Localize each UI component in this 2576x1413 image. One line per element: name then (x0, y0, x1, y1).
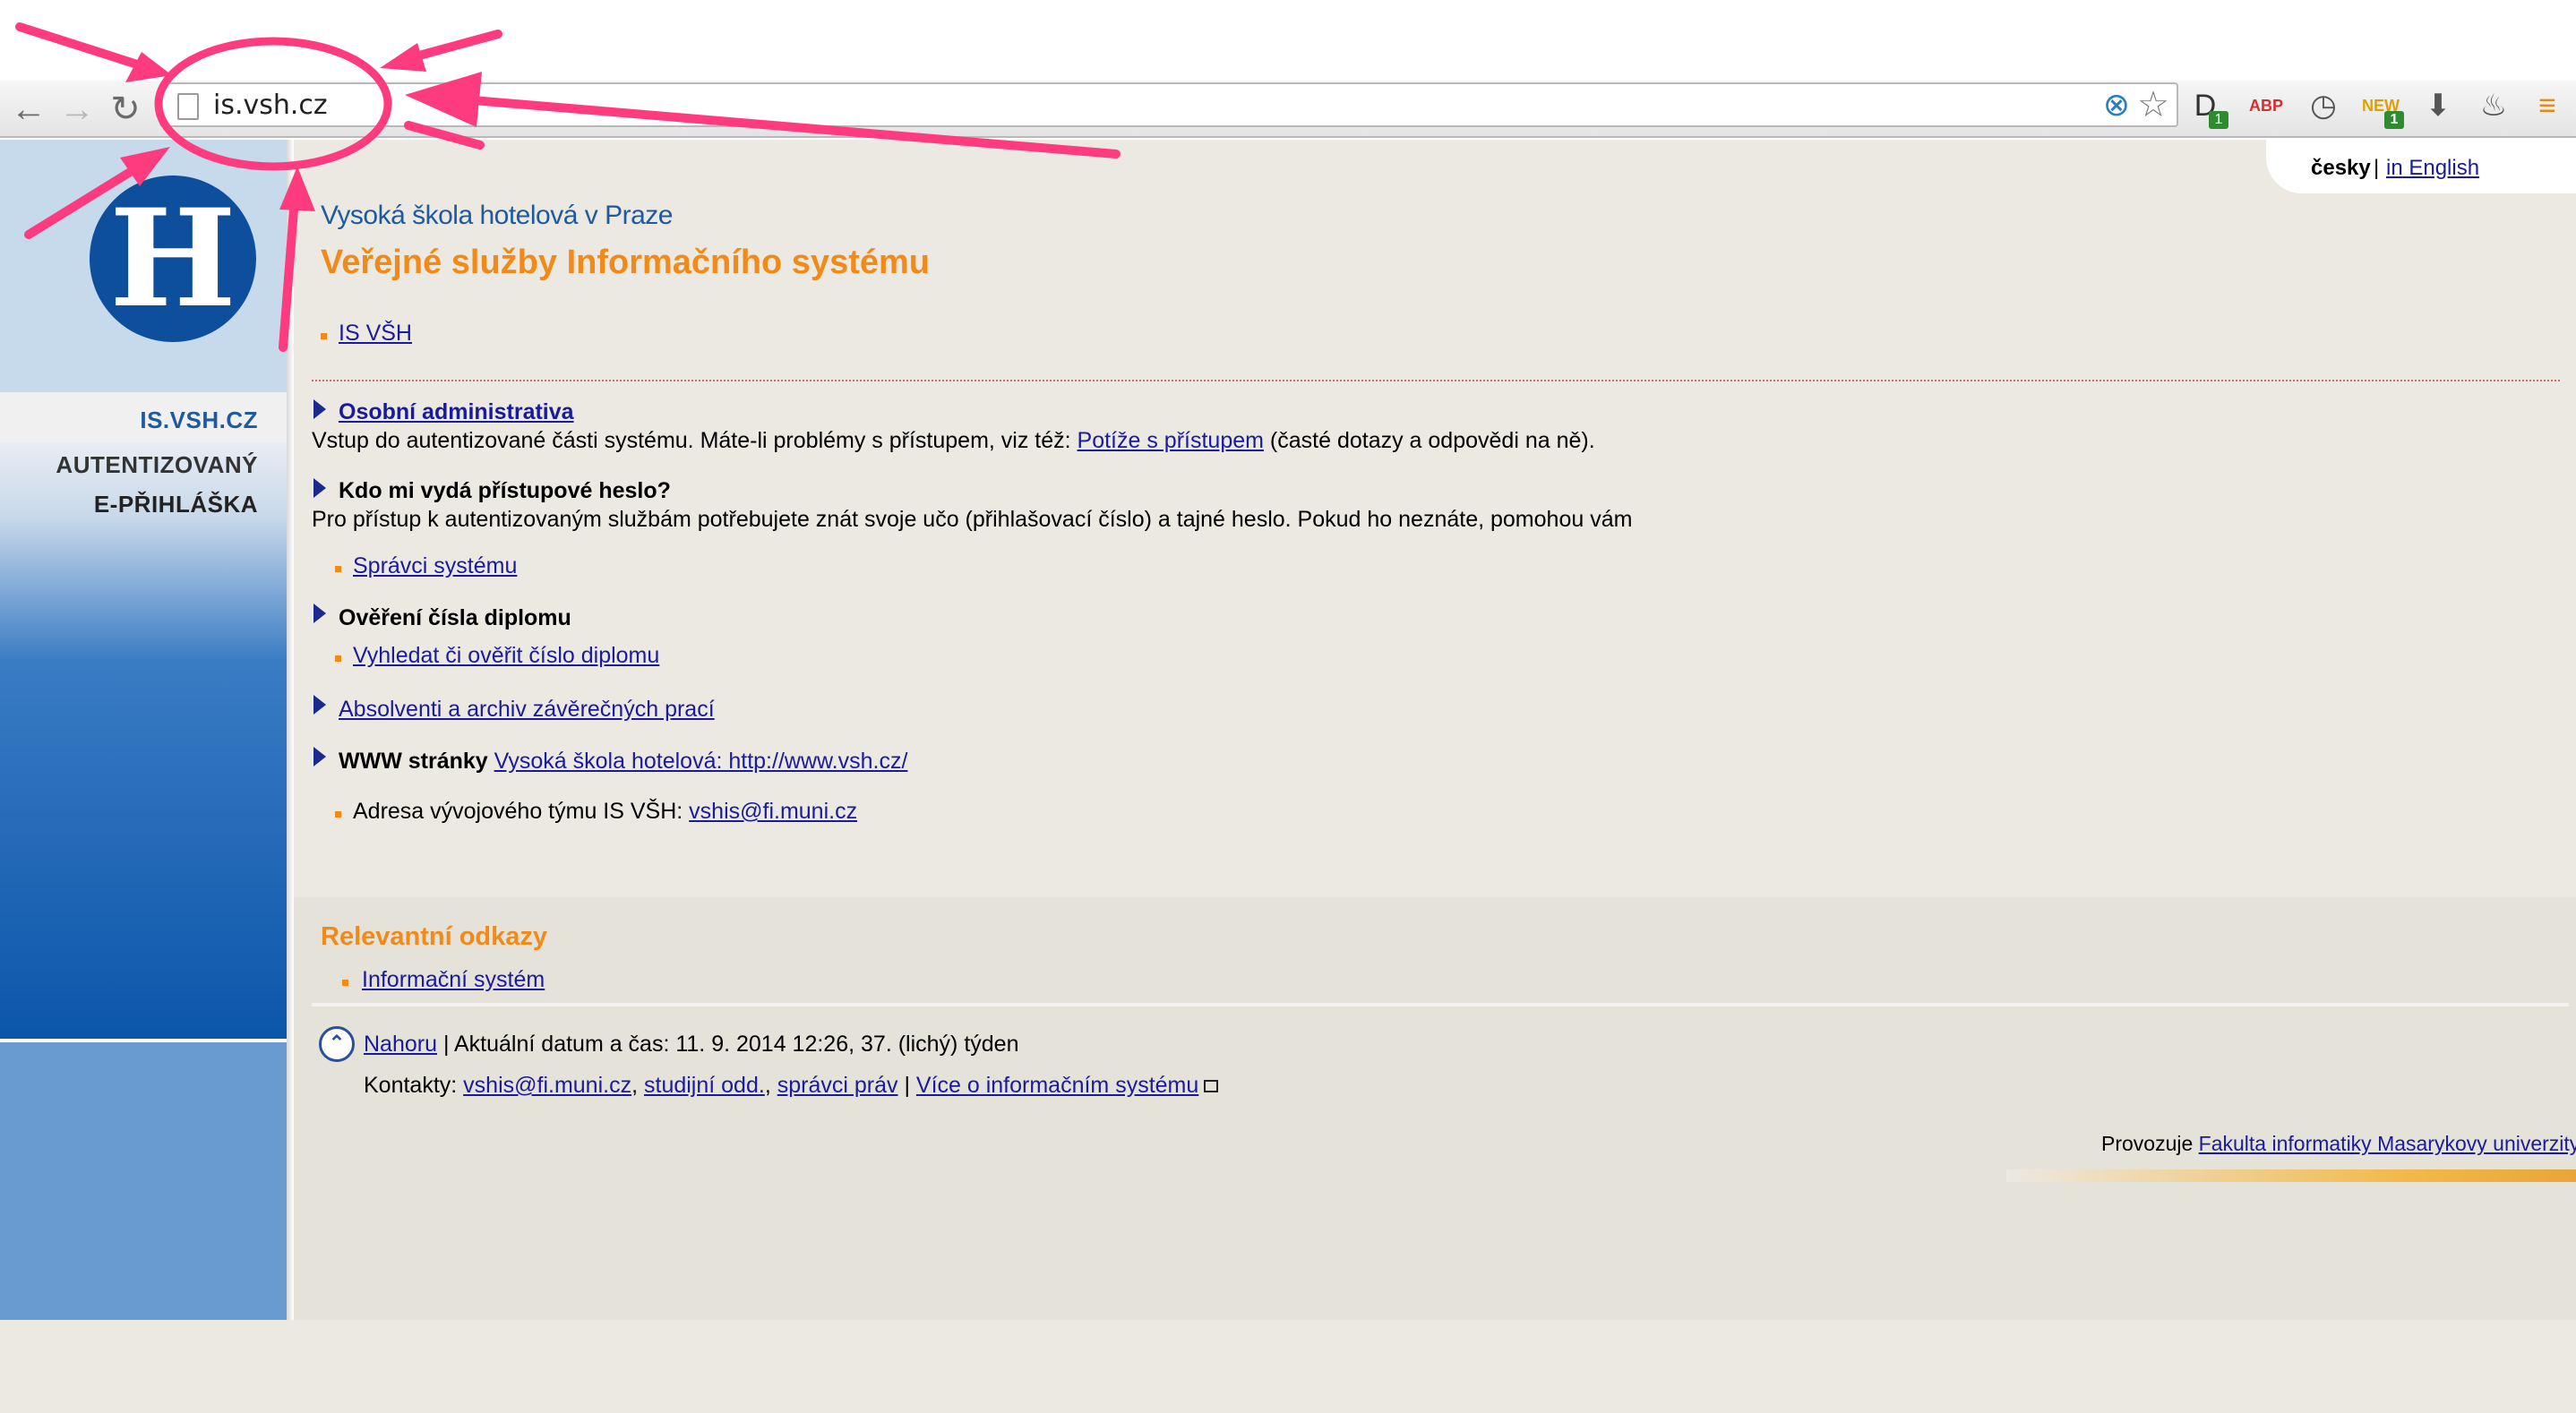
vshis-email-link[interactable]: vshis@fi.muni.cz (689, 799, 857, 824)
sidebar-item-is-vsh[interactable]: IS.VSH.CZ (140, 407, 258, 434)
heslo-description: Pro přístup k autentizovaným službám pot… (312, 507, 1633, 532)
vsh-logo[interactable]: H (90, 176, 256, 342)
dotted-separator (312, 380, 2560, 381)
extension-badge: 1 (2384, 111, 2404, 129)
studijni-odd-link[interactable]: studijní odd. (644, 1073, 765, 1098)
section-arrow-icon (313, 747, 326, 766)
clock-icon[interactable]: ◷ (2304, 86, 2343, 125)
back-arrow-icon[interactable]: ← (9, 90, 48, 129)
potize-link[interactable]: Potíže s přístupem (1078, 428, 1264, 453)
up-arrow-icon[interactable]: ⌃ (319, 1026, 355, 1062)
informacni-system-link[interactable]: Informační systém (362, 967, 545, 993)
bullet-icon (335, 811, 341, 818)
lang-separator: | (2374, 156, 2380, 180)
window-top-area (0, 0, 2576, 81)
bullet-icon (342, 980, 348, 986)
sidebar-edge (287, 140, 294, 1320)
new-ext-icon[interactable]: NEW 1 (2361, 86, 2404, 129)
d-extension-icon[interactable]: D1 (2185, 86, 2228, 129)
osobni-description: Vstup do autentizované části systému. Má… (312, 428, 1595, 453)
new-window-icon (1204, 1080, 1219, 1093)
osobni-administrativa-link[interactable]: Osobní administrativa (339, 399, 574, 425)
bullet-icon (335, 566, 341, 572)
url-text[interactable]: is.vsh.cz (213, 90, 328, 121)
sidebar-item-e-prihlaska[interactable]: E-PŘIHLÁŠKA (94, 491, 258, 518)
absolventi-link[interactable]: Absolventi a archiv závěrečných prací (339, 697, 715, 723)
section-arrow-icon (313, 695, 326, 715)
adblock-icon[interactable]: ABP (2246, 86, 2286, 125)
school-name: Vysoká škola hotelová v Praze (321, 201, 673, 230)
lamp-icon[interactable]: ♨ (2474, 86, 2513, 125)
relevant-title: Relevantní odkazy (321, 922, 548, 951)
diplom-heading: Ověření čísla diplomu (339, 605, 571, 630)
section-divider (312, 1003, 2569, 1006)
section-arrow-icon (313, 478, 326, 498)
adresa-line: Adresa vývojového týmu IS VŠH: vshis@fi.… (353, 799, 858, 824)
reload-icon[interactable]: ↻ (106, 90, 145, 129)
vsh-web-link[interactable]: Vysoká škola hotelová: http://www.vsh.cz… (494, 749, 908, 774)
bullet-icon (335, 655, 341, 662)
footer-stripe (2006, 1169, 2576, 1182)
sidebar-item-autentizovany[interactable]: AUTENTIZOVANÝ (56, 451, 258, 479)
page-title: Veřejné služby Informačního systému (321, 244, 930, 281)
contact-email-link[interactable]: vshis@fi.muni.cz (463, 1073, 631, 1098)
footer-date-line: Nahoru | Aktuální datum a čas: 11. 9. 20… (364, 1032, 1019, 1057)
language-switcher: česky | in English (2266, 140, 2576, 193)
sidebar-bottom (0, 1042, 287, 1320)
spravci-prav-link[interactable]: správci práv (777, 1073, 898, 1098)
section-arrow-icon (313, 399, 326, 419)
www-line: WWW stránky Vysoká škola hotelová: http:… (339, 749, 908, 774)
vyhledat-diplom-link[interactable]: Vyhledat či ověřit číslo diplomu (353, 643, 659, 669)
translate-icon[interactable]: ⊗ (2103, 86, 2130, 124)
fi-muni-link[interactable]: Fakulta informatiky Masarykovy univerzit… (2199, 1132, 2576, 1155)
address-bar[interactable]: is.vsh.cz ⊗ ☆ (159, 82, 2178, 127)
section-arrow-icon (313, 604, 326, 623)
spravci-systemu-link[interactable]: Správci systému (353, 553, 517, 579)
heslo-heading: Kdo mi vydá přístupové heslo? (339, 478, 671, 503)
menu-icon[interactable]: ≡ (2528, 86, 2567, 125)
forward-arrow-icon[interactable]: → (57, 90, 97, 129)
lang-english-link[interactable]: in English (2386, 156, 2479, 181)
relevant-links-section: Relevantní odkazy Informační systém ⌃ Na… (294, 897, 2576, 1320)
lang-current: česky (2311, 156, 2371, 180)
vice-o-is-link[interactable]: Více o informačním systému (916, 1073, 1198, 1098)
provozuje-line: Provozuje Fakulta informatiky Masarykovy… (2101, 1132, 2576, 1156)
page-icon (177, 93, 199, 120)
sidebar-logo-area: H (0, 140, 287, 392)
sidebar-nav: IS.VSH.CZ AUTENTIZOVANÝ E-PŘIHLÁŠKA (0, 392, 287, 1039)
nahoru-link[interactable]: Nahoru (364, 1032, 437, 1057)
extension-badge: 1 (2209, 111, 2228, 129)
footer-contacts-line: Kontakty: vshis@fi.muni.cz, studijní odd… (364, 1073, 1219, 1099)
download-icon[interactable]: ⬇ (2418, 86, 2458, 125)
star-icon[interactable]: ☆ (2137, 84, 2169, 125)
bullet-icon (321, 333, 327, 339)
is-vsh-link[interactable]: IS VŠH (339, 321, 412, 347)
page-content: H IS.VSH.CZ AUTENTIZOVANÝ E-PŘIHLÁŠKA če… (0, 140, 2576, 1413)
